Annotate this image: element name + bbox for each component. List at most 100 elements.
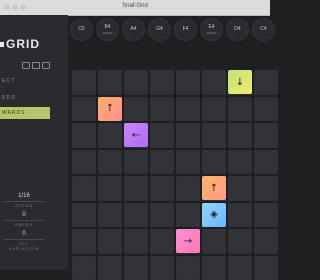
grid-cell[interactable]	[98, 150, 122, 175]
grid-cell[interactable]	[176, 176, 200, 201]
grid-cell[interactable]	[254, 203, 278, 228]
grid-cell[interactable]	[176, 203, 200, 228]
grid-cell[interactable]	[98, 176, 122, 201]
note-button-g4[interactable]: G4	[148, 18, 171, 41]
grid-cell[interactable]	[254, 256, 278, 280]
sidebar: GRID ECT RDS WARDS . 1/16 SPEED 0 SWING …	[0, 15, 68, 270]
grid-cell[interactable]	[124, 150, 148, 175]
menu-item-select[interactable]: ECT	[0, 75, 50, 87]
grid-cell[interactable]	[202, 256, 226, 280]
grid-cell[interactable]: ↓	[228, 70, 252, 95]
note-name: F4	[174, 26, 197, 32]
save-icon[interactable]	[32, 62, 40, 69]
grid-cell[interactable]	[254, 150, 278, 175]
note-sub-label: SHUFF	[200, 31, 223, 35]
grid-cell[interactable]	[202, 229, 226, 254]
grid-cell[interactable]	[228, 150, 252, 175]
grid-cell[interactable]	[150, 203, 174, 228]
grid-cell[interactable]	[72, 97, 96, 122]
note-button-b4[interactable]: B4SHUFF	[96, 18, 119, 41]
grid-cell[interactable]	[150, 229, 174, 254]
speed-divider	[4, 201, 44, 202]
grid-cell[interactable]: ◈	[202, 203, 226, 228]
diamond-icon[interactable]: ◈	[202, 203, 226, 227]
grid-cell[interactable]	[98, 70, 122, 95]
arrow-left-icon[interactable]: ←	[124, 123, 148, 147]
grid-cell[interactable]: ←	[124, 123, 148, 148]
grid-cell[interactable]	[124, 97, 148, 122]
note-name: B4	[96, 24, 119, 30]
grid-cell[interactable]	[72, 70, 96, 95]
note-button-d4[interactable]: D4	[226, 18, 249, 41]
speed-value: 1/16	[4, 193, 44, 199]
grid-cell[interactable]	[150, 97, 174, 122]
grid-cell[interactable]	[124, 176, 148, 201]
grid-cell[interactable]	[202, 97, 226, 122]
arrow-up-icon[interactable]: ↑	[202, 176, 226, 200]
grid-cell[interactable]	[254, 123, 278, 148]
grid-cell[interactable]	[202, 123, 226, 148]
grid-cell[interactable]	[72, 256, 96, 280]
grid-cell[interactable]	[228, 229, 252, 254]
grid-cell[interactable]	[150, 256, 174, 280]
grid-cell[interactable]	[72, 123, 96, 148]
grid-cell[interactable]	[254, 70, 278, 95]
arrow-down-icon[interactable]: ↓	[228, 70, 252, 94]
param-speed[interactable]: 1/16 SPEED	[4, 193, 44, 208]
menu-item-records[interactable]: RDS	[0, 92, 50, 104]
grid-cell[interactable]	[72, 176, 96, 201]
note-button-f4[interactable]: F4	[174, 18, 197, 41]
note-button-a4[interactable]: A4	[122, 18, 145, 41]
grid-cell[interactable]	[98, 123, 122, 148]
grid-cell[interactable]	[254, 97, 278, 122]
grid-cell[interactable]	[176, 97, 200, 122]
grid-view-icon[interactable]	[22, 62, 30, 69]
param-swing[interactable]: 0 SWING	[4, 212, 44, 227]
grid-cell[interactable]	[254, 176, 278, 201]
grid-cell[interactable]	[176, 123, 200, 148]
grid-cell[interactable]	[228, 97, 252, 122]
grid-cell[interactable]	[150, 123, 174, 148]
grid-cell[interactable]	[228, 176, 252, 201]
note-button-e4[interactable]: E4SHUFF	[200, 18, 223, 41]
arrow-right-icon[interactable]: →	[176, 229, 200, 253]
velocity-variation-label: VEL VARIATION	[4, 241, 44, 251]
note-name: E4	[200, 24, 223, 30]
grid-cell[interactable]	[150, 70, 174, 95]
arrow-up-icon[interactable]: ↑	[98, 97, 122, 121]
grid-cell[interactable]	[228, 203, 252, 228]
grid-cell[interactable]	[72, 150, 96, 175]
grid-cell[interactable]: →	[176, 229, 200, 254]
menu-icon[interactable]	[42, 62, 50, 69]
param-velocity-variation[interactable]: 0 VEL VARIATION	[4, 231, 44, 251]
velocity-variation-value: 0	[4, 231, 44, 237]
grid-cell[interactable]	[124, 203, 148, 228]
grid-cell[interactable]	[150, 150, 174, 175]
speed-label: SPEED	[4, 203, 44, 208]
menu-item-towards[interactable]: WARDS	[0, 107, 50, 119]
grid-cell[interactable]	[228, 256, 252, 280]
grid-cell[interactable]	[228, 123, 252, 148]
note-name: C4	[252, 26, 275, 32]
grid-cell[interactable]	[98, 256, 122, 280]
swing-divider	[4, 220, 44, 221]
grid-cell[interactable]	[124, 256, 148, 280]
grid-cell[interactable]	[254, 229, 278, 254]
grid-cell[interactable]	[202, 70, 226, 95]
grid-cell[interactable]	[176, 256, 200, 280]
note-button-c5[interactable]: C5	[70, 18, 93, 41]
grid-cell[interactable]	[72, 203, 96, 228]
grid-cell[interactable]	[98, 203, 122, 228]
grid-cell[interactable]	[124, 229, 148, 254]
grid-cell[interactable]	[124, 70, 148, 95]
grid-cell[interactable]	[72, 229, 96, 254]
note-button-c4[interactable]: C4	[252, 18, 275, 41]
grid-cell[interactable]: ↑	[98, 97, 122, 122]
grid-cell[interactable]	[202, 150, 226, 175]
velocity-variation-divider	[4, 239, 44, 240]
grid-cell[interactable]	[176, 150, 200, 175]
grid-cell[interactable]	[150, 176, 174, 201]
grid-cell[interactable]: ↑	[202, 176, 226, 201]
grid-cell[interactable]	[98, 229, 122, 254]
grid-cell[interactable]	[176, 70, 200, 95]
